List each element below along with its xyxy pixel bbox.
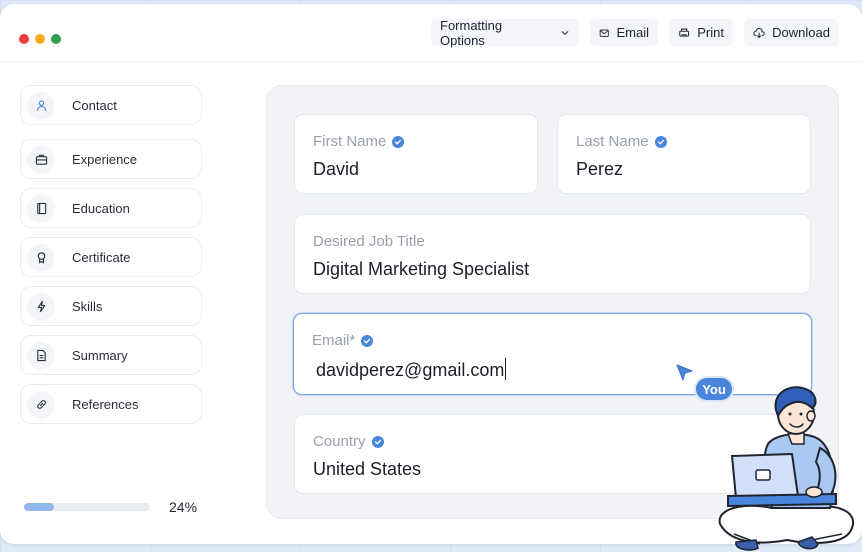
- briefcase-icon: [28, 146, 54, 172]
- link-icon: [28, 391, 54, 417]
- sidebar-item-label: Contact: [72, 97, 117, 113]
- first-name-value: David: [313, 159, 360, 179]
- close-window-dot[interactable]: [19, 34, 29, 44]
- sidebar-item-skills[interactable]: Skills: [20, 286, 202, 326]
- sidebar-item-label: Education: [72, 200, 130, 216]
- email-label-text: Email*: [312, 332, 356, 349]
- job-title-label: Desired Job Title: [313, 233, 425, 250]
- document-icon: [28, 342, 54, 368]
- user-icon: [28, 92, 54, 118]
- country-value: United States: [313, 459, 422, 479]
- first-name-label-text: First Name: [313, 133, 387, 150]
- country-label: Country: [313, 433, 384, 450]
- text-caret: [505, 358, 507, 380]
- verified-check-icon: [371, 435, 384, 448]
- mail-icon: [599, 29, 609, 37]
- email-field[interactable]: Email* davidperez@gmail.com: [293, 313, 812, 395]
- formatting-options-label: Formatting Options: [440, 17, 503, 48]
- person-laptop-illustration: [718, 386, 854, 551]
- email-label: Email*: [312, 332, 374, 349]
- progress-bar: [24, 503, 150, 511]
- title-bar: Formatting Options Email Print Download: [0, 4, 862, 62]
- cursor-arrow-icon: [676, 364, 693, 381]
- last-name-value: Perez: [576, 159, 624, 179]
- sidebar-item-label: Experience: [72, 151, 138, 167]
- sidebar-item-label: Summary: [72, 347, 128, 363]
- email-value-text: davidperez@gmail.com: [316, 360, 505, 380]
- maximize-window-dot[interactable]: [51, 34, 61, 44]
- minimize-window-dot[interactable]: [35, 34, 45, 44]
- last-name-field[interactable]: Last Name Perez: [557, 114, 811, 194]
- country-label-text: Country: [313, 433, 366, 450]
- first-name-field[interactable]: First Name David: [294, 114, 538, 194]
- verified-check-icon: [392, 135, 405, 148]
- sidebar-item-label: Certificate: [72, 249, 131, 265]
- printer-icon: [679, 28, 690, 37]
- last-name-label: Last Name: [576, 133, 667, 150]
- job-title-value: Digital Marketing Specialist: [313, 259, 530, 279]
- cloud-download-icon: [753, 27, 765, 38]
- download-button-label: Download: [772, 25, 830, 40]
- email-button[interactable]: Email: [590, 19, 658, 46]
- lightning-icon: [28, 293, 54, 319]
- book-icon: [28, 195, 54, 221]
- sidebar-item-label: References: [72, 396, 139, 412]
- formatting-options-dropdown[interactable]: Formatting Options: [431, 17, 579, 48]
- progress-percent: 24%: [169, 499, 198, 515]
- award-icon: [28, 244, 54, 270]
- print-button[interactable]: Print: [669, 19, 733, 46]
- sidebar-item-education[interactable]: Education: [20, 188, 202, 228]
- verified-check-icon: [654, 135, 667, 148]
- email-button-label: Email: [616, 25, 649, 40]
- download-button[interactable]: Download: [744, 19, 839, 46]
- progress-bar-fill: [24, 503, 55, 511]
- sidebar-item-contact[interactable]: Contact: [20, 85, 202, 125]
- sidebar-item-experience[interactable]: Experience: [20, 139, 202, 179]
- print-button-label: Print: [697, 25, 724, 40]
- sidebar-item-label: Skills: [72, 298, 103, 314]
- sidebar-item-summary[interactable]: Summary: [20, 335, 202, 375]
- verified-check-icon: [361, 334, 374, 347]
- last-name-label-text: Last Name: [576, 133, 649, 150]
- sidebar-item-references[interactable]: References: [20, 384, 202, 424]
- first-name-label: First Name: [313, 133, 405, 150]
- email-value: davidperez@gmail.com: [316, 358, 507, 381]
- sidebar-item-certificate[interactable]: Certificate: [20, 237, 202, 277]
- chevron-down-icon: [561, 30, 569, 35]
- job-title-field[interactable]: Desired Job Title Digital Marketing Spec…: [294, 214, 811, 294]
